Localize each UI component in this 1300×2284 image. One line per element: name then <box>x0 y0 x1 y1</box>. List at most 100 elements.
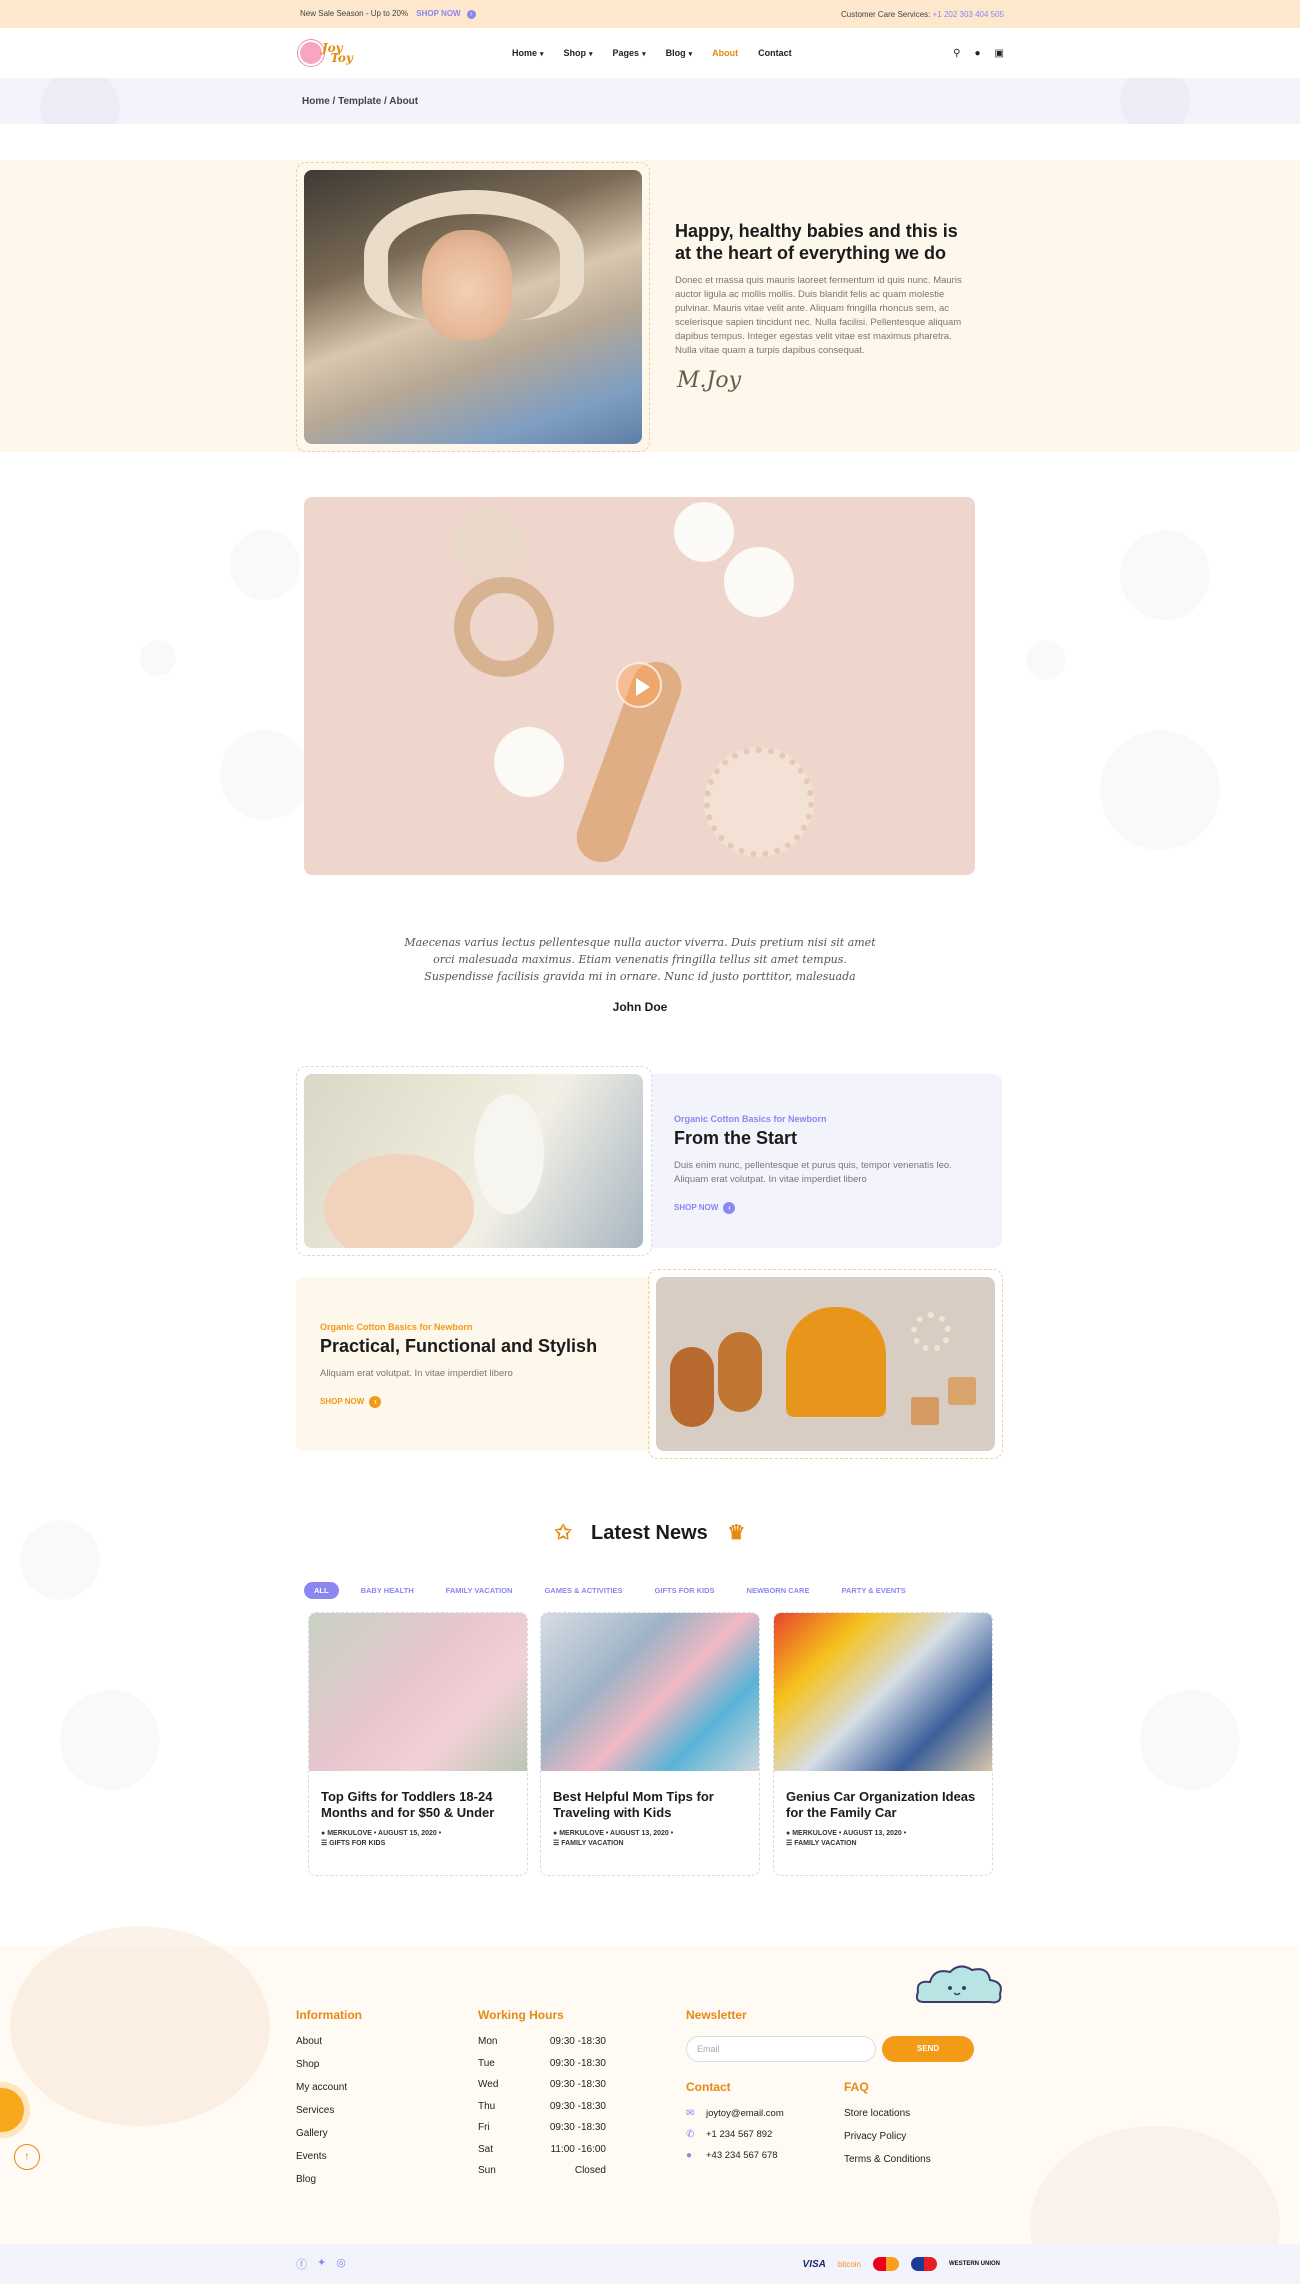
hours-time: 09:30 -18:30 <box>549 2079 606 2090</box>
footer-link-gallery[interactable]: Gallery <box>296 2128 362 2139</box>
wooden-block-shape <box>948 1377 976 1405</box>
news-card-author[interactable]: MERKULOVE <box>792 1830 837 1837</box>
bear-logo-icon <box>298 40 324 66</box>
flower-decoration <box>140 640 176 676</box>
mastercard-icon <box>873 2257 899 2271</box>
instagram-icon[interactable]: ◎ <box>336 2256 346 2272</box>
newsletter-email-input[interactable]: Email <box>686 2036 876 2062</box>
flower-decoration <box>230 530 300 600</box>
contact-phone-row: ✆ +1 234 567 892 <box>686 2129 784 2140</box>
filter-family-vacation[interactable]: FAMILY VACATION <box>435 1582 523 1599</box>
news-title-row: ✩ Latest News ♛ <box>0 1520 1300 1545</box>
nav-item-home[interactable]: Home ▾ <box>512 48 544 58</box>
footer-link-my-account[interactable]: My account <box>296 2082 362 2093</box>
nav-item-shop[interactable]: Shop ▾ <box>564 48 593 58</box>
filter-baby-health[interactable]: BABY HEALTH <box>350 1582 424 1599</box>
promo1-button-label: SHOP NOW <box>674 1203 719 1212</box>
footer-link-shop[interactable]: Shop <box>296 2059 362 2070</box>
nav-item-blog[interactable]: Blog ▾ <box>666 48 693 58</box>
news-card[interactable]: Best Helpful Mom Tips for Traveling with… <box>540 1612 760 1876</box>
contact-email-link[interactable]: joytoy@email.com <box>706 2108 784 2119</box>
faq-link-terms[interactable]: Terms & Conditions <box>844 2154 931 2165</box>
news-card[interactable]: Top Gifts for Toddlers 18-24 Months and … <box>308 1612 528 1876</box>
news-card-meta: ● MERKULOVE • AUGUST 15, 2020 • ☰ GIFTS … <box>321 1830 442 1847</box>
logo-text-line2: Toy <box>330 51 353 65</box>
user-icon[interactable]: ● <box>975 48 981 59</box>
arrow-right-icon: › <box>466 10 476 19</box>
footer-link-blog[interactable]: Blog <box>296 2174 362 2185</box>
scroll-to-top-button[interactable]: ↑ <box>14 2144 40 2170</box>
bunny-plush-shape <box>474 1094 544 1214</box>
author-icon: ● <box>321 1830 326 1837</box>
hours-time: 09:30 -18:30 <box>549 2036 606 2047</box>
footer-newsletter: Newsletter Email SEND <box>686 2008 974 2062</box>
news-card-category[interactable]: FAMILY VACATION <box>561 1840 623 1847</box>
news-card-image <box>309 1613 527 1771</box>
promo1-shop-now-button[interactable]: SHOP NOW › <box>674 1201 736 1214</box>
hours-time: 11:00 -16:00 <box>550 2143 606 2155</box>
news-card-category[interactable]: GIFTS FOR KIDS <box>329 1840 385 1847</box>
newsletter-form: Email SEND <box>686 2036 974 2062</box>
filter-party-events[interactable]: PARTY & EVENTS <box>831 1582 916 1599</box>
footer-hours: Working Hours Mon 09:30 -18:30 Tue 09:30 -… <box>478 2008 606 2187</box>
flower-decoration <box>220 730 310 820</box>
contact-whatsapp-link[interactable]: +43 234 567 678 <box>706 2150 778 2161</box>
news-card-title[interactable]: Genius Car Organization Ideas for the Fa… <box>786 1789 980 1821</box>
arrow-right-icon: › <box>723 1201 736 1214</box>
nav-item-pages[interactable]: Pages ▾ <box>613 48 646 58</box>
news-card[interactable]: Genius Car Organization Ideas for the Fa… <box>773 1612 993 1876</box>
play-button-icon[interactable] <box>616 662 662 708</box>
author-icon: ● <box>553 1830 558 1837</box>
newsletter-title: Newsletter <box>686 2008 747 2022</box>
bag-icon[interactable]: ▣ <box>995 48 1004 59</box>
filter-gifts-for-kids[interactable]: GIFTS FOR KIDS <box>644 1582 725 1599</box>
contact-email-row: ✉ joytoy@email.com <box>686 2108 784 2119</box>
nav-item-about[interactable]: About <box>712 48 738 58</box>
news-card-image <box>541 1613 759 1771</box>
information-title: Information <box>296 2008 362 2022</box>
contact-phone-link[interactable]: +1 234 567 892 <box>706 2129 772 2140</box>
filter-all[interactable]: ALL <box>304 1582 339 1599</box>
news-card-category[interactable]: FAMILY VACATION <box>794 1840 856 1847</box>
payment-methods: VISA bitcoin western union <box>803 2257 1000 2271</box>
care-label: Customer Care Services: <box>841 9 931 19</box>
news-card-author[interactable]: MERKULOVE <box>559 1830 604 1837</box>
care-phone-link[interactable]: +1 202 303 404 505 <box>933 10 1004 19</box>
nav-item-contact[interactable]: Contact <box>758 48 792 58</box>
twitter-icon[interactable]: ✦ <box>317 2256 326 2272</box>
category-icon: ☰ <box>786 1840 793 1847</box>
cotton-flower <box>494 727 564 797</box>
whatsapp-icon: ● <box>686 2150 693 2161</box>
footer-faq: FAQ Store locations Privacy Policy Terms… <box>844 2080 931 2177</box>
nav-label-home: Home <box>512 48 538 58</box>
chevron-down-icon: ▾ <box>642 51 646 58</box>
footer-link-about[interactable]: About <box>296 2036 362 2047</box>
hours-time: 09:30 -18:30 <box>549 2100 606 2112</box>
footer-link-services[interactable]: Services <box>296 2105 362 2116</box>
filter-newborn-care[interactable]: NEWBORN CARE <box>736 1582 820 1599</box>
promo2-shop-now-button[interactable]: SHOP NOW › <box>320 1395 382 1408</box>
search-icon[interactable]: ⚲ <box>953 48 960 59</box>
newsletter-send-button[interactable]: SEND <box>882 2036 974 2062</box>
faq-link-privacy-policy[interactable]: Privacy Policy <box>844 2131 931 2142</box>
hours-row: Tue 09:30 -18:30 <box>478 2058 606 2069</box>
news-card-title[interactable]: Best Helpful Mom Tips for Traveling with… <box>553 1789 747 1821</box>
logo[interactable]: Joy Toy <box>298 35 362 71</box>
signature: M.Joy <box>677 368 742 393</box>
video-thumbnail[interactable] <box>304 497 975 875</box>
flower-decoration <box>1120 530 1210 620</box>
faq-link-store-locations[interactable]: Store locations <box>844 2108 931 2119</box>
footer-link-events[interactable]: Events <box>296 2151 362 2162</box>
news-card-author[interactable]: MERKULOVE <box>327 1830 372 1837</box>
filter-games-activities[interactable]: GAMES & ACTIVITIES <box>534 1582 633 1599</box>
topbar-shop-now-link[interactable]: SHOP NOW <box>416 9 460 18</box>
facebook-icon[interactable]: ⓕ <box>296 2256 307 2272</box>
news-card-meta: ● MERKULOVE • AUGUST 13, 2020 • ☰ FAMILY… <box>553 1830 674 1847</box>
promo1-desc: Duis enim nunc, pellentesque et purus qu… <box>674 1160 952 1185</box>
crown-icon: ♛ <box>727 1522 746 1544</box>
news-card-title[interactable]: Top Gifts for Toddlers 18-24 Months and … <box>321 1789 515 1821</box>
breadcrumb: Home / Template / About <box>302 95 419 107</box>
about-photo <box>304 170 642 444</box>
child-face-shape <box>422 230 512 340</box>
promo2-subtitle: Organic Cotton Basics for Newborn <box>320 1322 473 1332</box>
